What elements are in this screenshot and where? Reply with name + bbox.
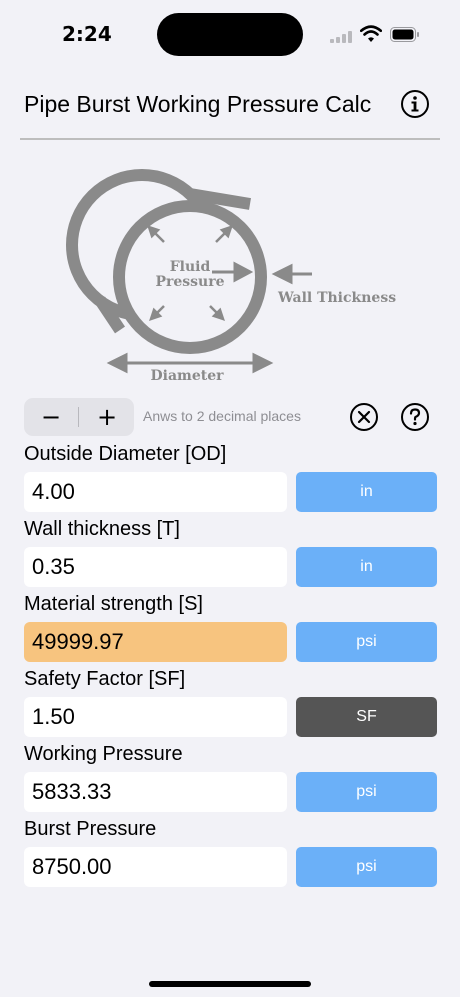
outside-diameter-input[interactable]: 4.00 (24, 472, 287, 512)
wall-thickness-label: Wall thickness [T] (24, 518, 180, 540)
burst-pressure-input[interactable]: 8750.00 (24, 847, 287, 887)
material-strength-label: Material strength [S] (24, 593, 203, 615)
stepper-divider (78, 407, 79, 427)
pipe-cross-section-diagram: Fluid Pressure Wall Thickness Diameter (66, 169, 396, 384)
header-divider (20, 138, 440, 140)
wall-thickness-unit-button[interactable]: in (296, 547, 437, 587)
home-indicator[interactable] (149, 981, 311, 987)
material-strength-unit-button[interactable]: psi (296, 622, 437, 662)
safety-factor-label: Safety Factor [SF] (24, 668, 186, 690)
status-bar: 2:24 (0, 0, 460, 70)
wall-thickness-input[interactable]: 0.35 (24, 547, 287, 587)
outside-diameter-unit-button[interactable]: in (296, 472, 437, 512)
wifi-icon (360, 25, 382, 42)
working-pressure-unit-button[interactable]: psi (296, 772, 437, 812)
clear-icon[interactable] (349, 402, 379, 432)
status-time: 2:24 (62, 22, 112, 46)
info-icon[interactable] (400, 89, 430, 119)
safety-factor-unit-button[interactable]: SF (296, 697, 437, 737)
decimal-places-stepper: − + (24, 398, 134, 436)
help-icon[interactable] (400, 402, 430, 432)
navigation-bar: Pipe Burst Working Pressure Calc (0, 80, 460, 130)
burst-pressure-unit-button[interactable]: psi (296, 847, 437, 887)
safety-factor-input[interactable]: 1.50 (24, 697, 287, 737)
material-strength-input[interactable]: 49999.97 (24, 622, 287, 662)
increment-button[interactable]: + (80, 398, 134, 436)
fluid-label: Fluid (170, 259, 211, 275)
page-title: Pipe Burst Working Pressure Calc (24, 91, 372, 117)
dynamic-island (157, 13, 303, 56)
working-pressure-label: Working Pressure (24, 743, 183, 765)
cellular-signal-icon (330, 31, 354, 43)
battery-icon (390, 27, 419, 42)
pressure-label: Pressure (155, 274, 224, 290)
decimal-places-text: Anws to 2 decimal places (143, 408, 301, 424)
diameter-label: Diameter (150, 368, 224, 384)
outside-diameter-label: Outside Diameter [OD] (24, 443, 227, 465)
wall-thickness-label: Wall Thickness (277, 290, 396, 306)
burst-pressure-label: Burst Pressure (24, 818, 157, 840)
working-pressure-input[interactable]: 5833.33 (24, 772, 287, 812)
decrement-button[interactable]: − (24, 398, 78, 436)
